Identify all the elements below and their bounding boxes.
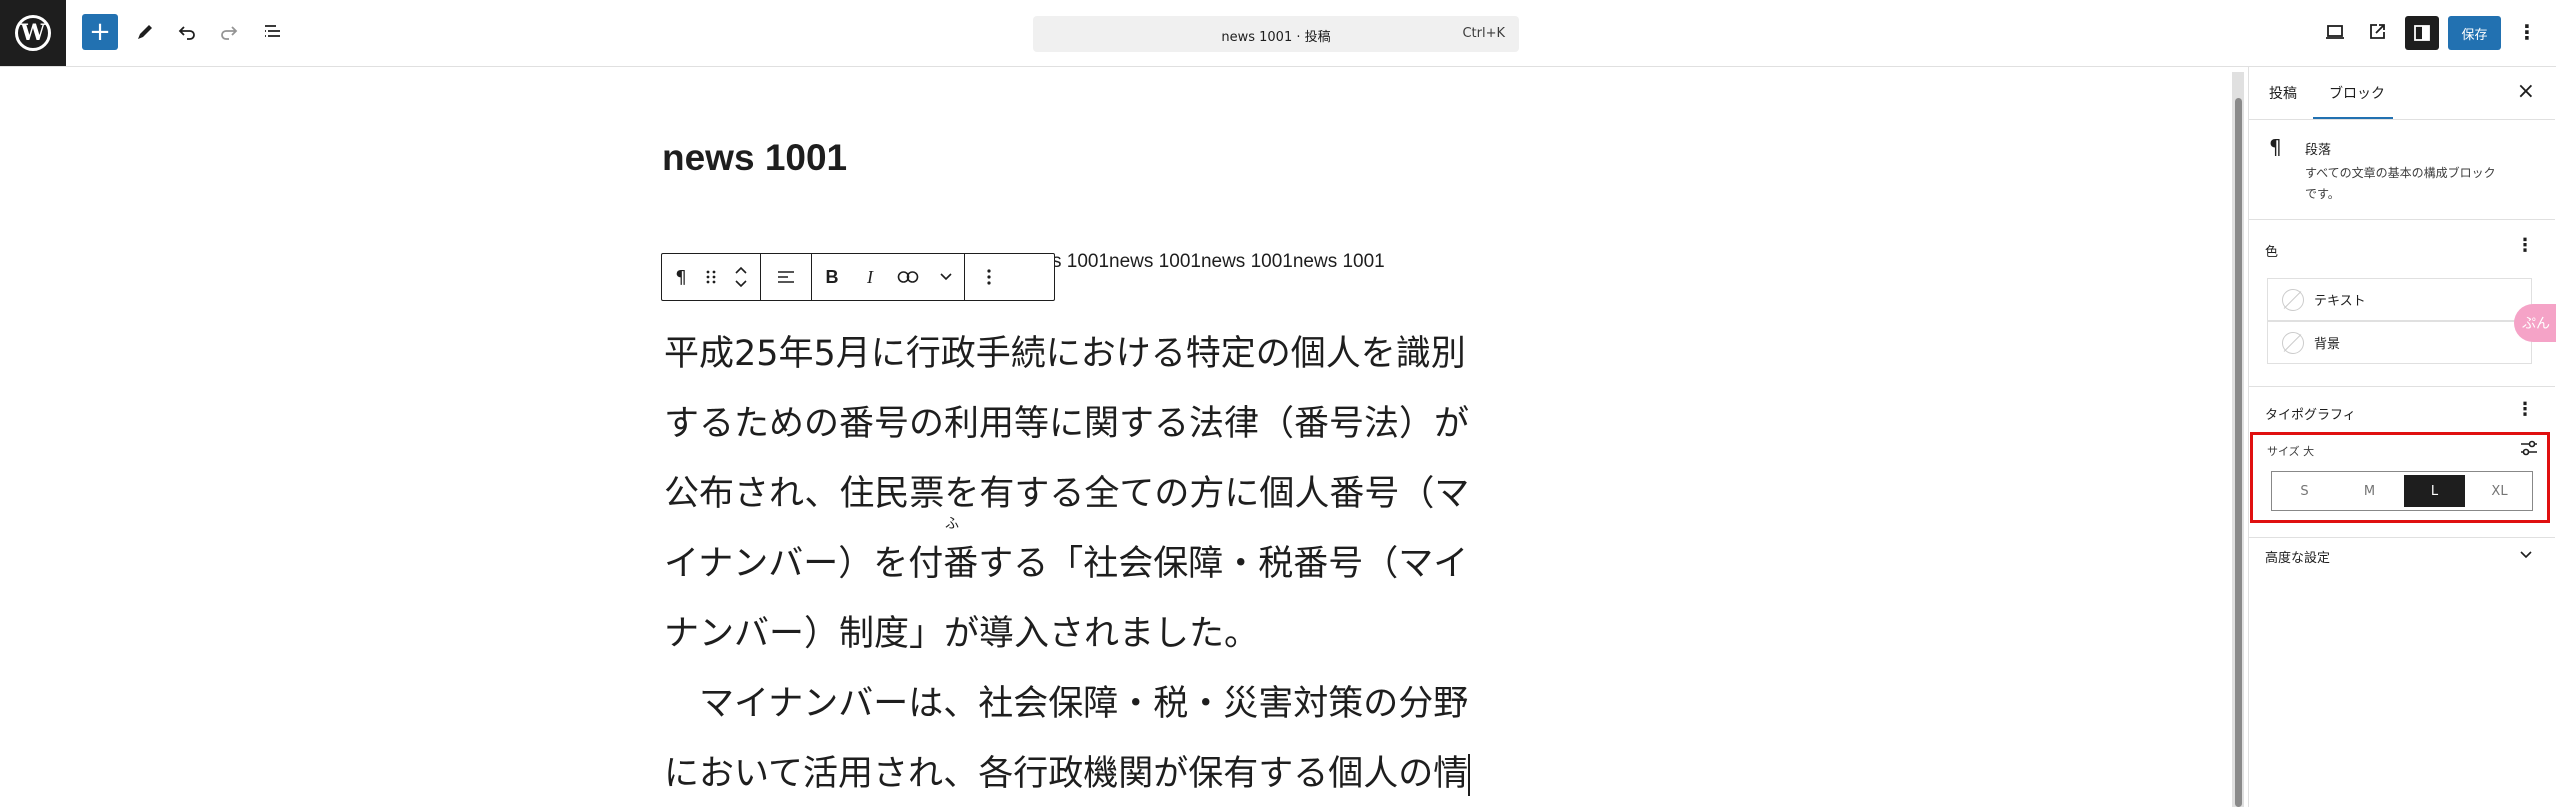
block-toolbar: ¶ B I (661, 253, 1055, 301)
typography-options-icon[interactable]: ⋮ (2516, 399, 2534, 420)
block-description: すべての文章の基本の構成ブロック (2305, 166, 2496, 180)
custom-size-settings-icon[interactable] (2519, 439, 2539, 461)
redo-icon[interactable] (214, 14, 244, 50)
move-up-down-icon[interactable] (726, 254, 756, 300)
scrollbar-thumb[interactable] (2235, 98, 2242, 807)
tab-post[interactable]: 投稿 (2269, 83, 2297, 103)
link-icon[interactable] (888, 254, 928, 300)
drag-handle-icon[interactable] (696, 254, 726, 300)
command-palette-bar[interactable]: news 1001 · 投稿 Ctrl+K (1033, 16, 1519, 52)
desktop-preview-icon[interactable] (2320, 14, 2350, 50)
font-size-option-xl[interactable]: XL (2469, 475, 2530, 507)
block-name: 段落 (2305, 143, 2332, 158)
advanced-section-title[interactable]: 高度な設定 (2265, 547, 2330, 566)
divider (2249, 386, 2555, 387)
font-size-option-l[interactable]: L (2404, 475, 2465, 507)
format-group: B I (812, 254, 965, 300)
more-rich-text-chevron-icon[interactable] (928, 254, 964, 300)
command-shortcut: Ctrl+K (1462, 26, 1505, 41)
paragraph-line: ナンバー）制度」が導入されました。 (664, 614, 1260, 654)
font-size-segmented-control: S M L XL (2271, 471, 2533, 511)
add-block-button[interactable]: + (82, 14, 118, 50)
no-color-swatch-icon (2282, 331, 2304, 354)
no-color-swatch-icon (2282, 288, 2304, 311)
settings-sidebar-icon[interactable] (2405, 16, 2439, 50)
background-color-label: 背景 (2314, 337, 2341, 352)
color-options-icon[interactable]: ⋮ (2516, 235, 2534, 256)
block-description: です。 (2305, 187, 2340, 201)
wordpress-logo-letter: W (15, 15, 51, 51)
floating-extension-tab[interactable]: ぷん (2514, 304, 2556, 342)
pencil-icon[interactable] (130, 14, 160, 50)
align-left-icon[interactable] (761, 254, 811, 300)
font-size-option-m[interactable]: M (2339, 475, 2400, 507)
text-color-label: テキスト (2314, 294, 2366, 309)
font-size-option-s[interactable]: S (2274, 475, 2335, 507)
color-section-title: 色 (2265, 245, 2279, 260)
chevron-down-icon[interactable] (2519, 549, 2533, 564)
font-size-control-highlight: サイズ 大 S M L XL (2250, 432, 2550, 523)
align-group (761, 254, 812, 300)
bold-button[interactable]: B (812, 254, 852, 300)
editor-canvas: news 1001 s 1001news 1001news 1001news 1… (0, 67, 2248, 807)
divider (2249, 537, 2555, 538)
paragraph-block-icon: ¶ (2269, 135, 2282, 159)
font-size-label: サイズ 大 (2267, 445, 2315, 458)
document-overview-icon[interactable] (258, 14, 288, 50)
wordpress-logo-icon[interactable]: W (0, 0, 66, 66)
divider (2249, 219, 2555, 220)
paragraph-line: 公布され、住民票を有する全ての方に個人番号（マ (664, 474, 1470, 514)
block-options-icon[interactable] (965, 254, 1013, 300)
tab-block[interactable]: ブロック (2329, 83, 2385, 103)
top-toolbar: W + news 1001 · 投稿 Ctrl+K 保存 ⋮ (0, 0, 2556, 67)
text-cursor (1468, 754, 1471, 796)
paragraph-line-last: において活用され、各行政機関が保有する個人の情 (664, 739, 1564, 807)
command-title: news 1001 · 投稿 (1221, 30, 1331, 45)
divider (2249, 119, 2555, 120)
options-group (965, 254, 1013, 300)
paragraph-line: マイナンバーは、社会保障・税・災害対策の分野 (664, 684, 1469, 724)
close-icon[interactable]: × (2517, 79, 2535, 104)
undo-icon[interactable] (172, 14, 202, 50)
paragraph-line: イナンバー）を付番する「社会保障・税番号（マイ (664, 544, 1469, 584)
paragraph-line: 平成25年5月に行政手続における特定の個人を識別 (664, 334, 1466, 374)
paragraph-line: するための番号の利用等に関する法律（番号法）が (664, 404, 1470, 444)
typography-section-title: タイポグラフィ (2265, 408, 2356, 423)
block-type-group: ¶ (662, 254, 761, 300)
more-options-icon[interactable]: ⋮ (2512, 14, 2542, 50)
post-title[interactable]: news 1001 (662, 137, 847, 179)
paragraph-icon[interactable]: ¶ (666, 254, 696, 300)
news-paragraph[interactable]: s 1001news 1001news 1001news 1001 (1052, 251, 1385, 273)
background-color-item[interactable]: 背景 (2267, 321, 2532, 364)
paragraph-block[interactable]: 平成25年5月に行政手続における特定の個人を識別 するための番号の利用等に関する… (664, 319, 1564, 807)
text-color-item[interactable]: テキスト (2267, 278, 2532, 321)
italic-button[interactable]: I (852, 254, 888, 300)
view-post-icon[interactable] (2362, 14, 2392, 50)
save-button[interactable]: 保存 (2448, 16, 2501, 50)
paragraph-line: において活用され、各行政機関が保有する個人の情 (664, 754, 1469, 794)
